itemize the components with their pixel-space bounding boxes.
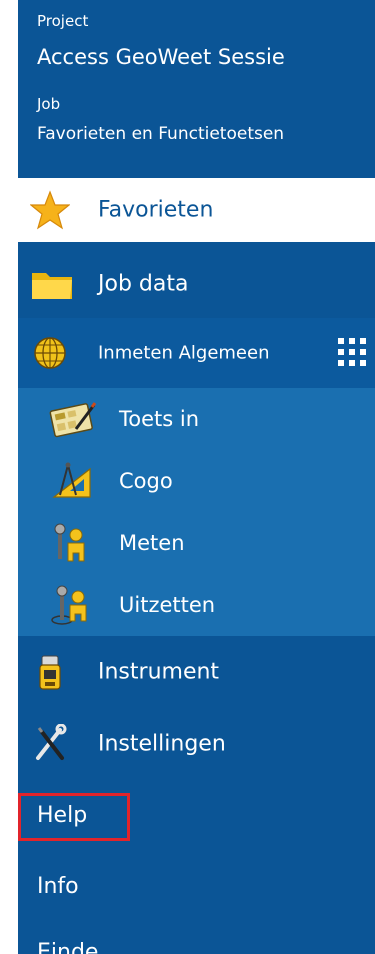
submenu-item-meten-label: Meten bbox=[119, 531, 185, 555]
menu-item-job-data[interactable]: Job data bbox=[18, 250, 375, 318]
menu-item-inmeten-algemeen[interactable]: Inmeten Algemeen bbox=[18, 318, 375, 388]
menu-item-instellingen[interactable]: Instellingen bbox=[18, 712, 375, 776]
menu-item-help[interactable]: Help bbox=[37, 803, 87, 828]
submenu-item-cogo-label: Cogo bbox=[119, 469, 173, 493]
cogo-compass-icon bbox=[48, 461, 96, 501]
stakeout-icon bbox=[48, 585, 96, 625]
menu-item-job-data-label: Job data bbox=[98, 271, 189, 297]
menu-item-einde[interactable]: Einde bbox=[37, 940, 98, 954]
menu-item-favorieten[interactable]: Favorieten bbox=[18, 178, 375, 242]
globe-icon bbox=[30, 333, 70, 373]
submenu-item-toets-in[interactable]: Toets in bbox=[18, 388, 375, 450]
submenu-item-toets-in-label: Toets in bbox=[119, 407, 200, 431]
menu-item-inmeten-algemeen-label: Inmeten Algemeen bbox=[98, 342, 270, 364]
folder-icon bbox=[30, 264, 72, 304]
star-icon bbox=[29, 190, 71, 230]
menu-item-instrument-label: Instrument bbox=[98, 659, 220, 685]
menu-item-info[interactable]: Info bbox=[37, 874, 79, 899]
submenu-inmeten-algemeen: Toets in Cogo Meten Uitzetten bbox=[18, 388, 375, 636]
submenu-item-uitzetten[interactable]: Uitzetten bbox=[18, 574, 375, 636]
job-header: Project Access GeoWeet Sessie Job Favori… bbox=[18, 0, 375, 170]
side-menu-panel: Project Access GeoWeet Sessie Job Favori… bbox=[18, 0, 375, 954]
project-label: Project bbox=[37, 12, 89, 30]
tools-icon bbox=[30, 723, 70, 764]
submenu-item-meten[interactable]: Meten bbox=[18, 512, 375, 574]
menu-item-favorieten-label: Favorieten bbox=[98, 197, 214, 223]
instrument-icon bbox=[30, 652, 70, 692]
project-name: Access GeoWeet Sessie bbox=[37, 45, 285, 69]
surveyor-icon bbox=[48, 523, 96, 563]
keypad-icon bbox=[48, 399, 97, 439]
grid-dots-icon[interactable] bbox=[336, 336, 368, 368]
submenu-item-uitzetten-label: Uitzetten bbox=[119, 593, 216, 617]
job-label: Job bbox=[37, 95, 61, 113]
menu-item-instrument[interactable]: Instrument bbox=[18, 640, 375, 704]
menu-item-instellingen-label: Instellingen bbox=[98, 731, 226, 757]
submenu-item-cogo[interactable]: Cogo bbox=[18, 450, 375, 512]
job-name: Favorieten en Functietoetsen bbox=[37, 124, 285, 144]
